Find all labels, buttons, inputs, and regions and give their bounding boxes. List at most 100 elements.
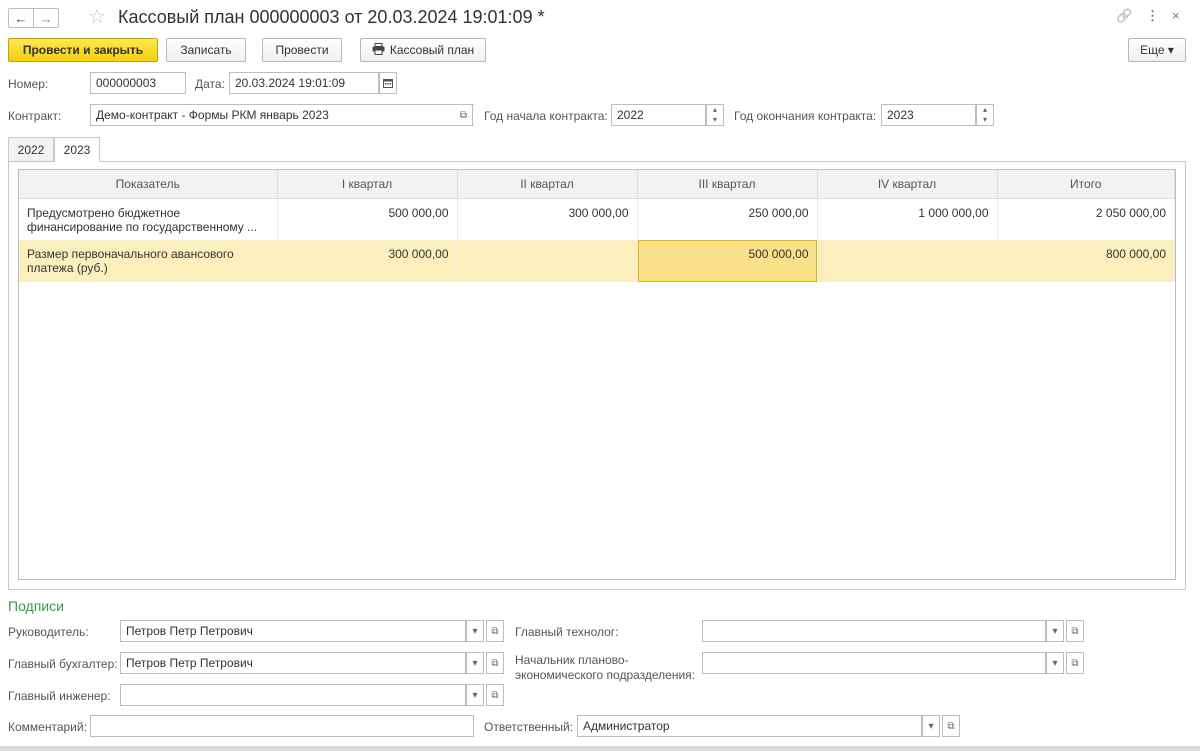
responsible-open-button[interactable]: ⧉ [942, 715, 960, 737]
total-cell: 800 000,00 [997, 240, 1175, 282]
responsible-label: Ответственный: [484, 720, 574, 734]
q3-cell[interactable]: 250 000,00 [637, 198, 818, 240]
accountant-field[interactable]: Петров Петр Петрович [120, 652, 466, 674]
planning-head-dropdown-button[interactable]: ▾ [1046, 652, 1064, 674]
arrow-right-icon: → [39, 10, 53, 26]
start-year-spinner[interactable]: ▴ ▾ [706, 104, 724, 126]
accountant-dropdown-button[interactable]: ▾ [466, 652, 484, 674]
open-window-icon: ⧉ [491, 689, 499, 701]
column-header[interactable]: Показатель [19, 170, 278, 199]
date-field[interactable]: 20.03.2024 19:01:09 [229, 72, 379, 94]
close-icon[interactable]: × [1172, 8, 1180, 23]
more-vertical-icon[interactable]: ⋮ [1146, 8, 1159, 24]
table-row-selected[interactable]: Размер первоначального авансового платежа… [19, 240, 1175, 282]
dropdown-icon: ▾ [472, 689, 478, 701]
spin-down-icon: ▾ [982, 115, 987, 124]
dropdown-icon: ▾ [928, 720, 934, 732]
responsible-field[interactable]: Администратор [577, 715, 922, 737]
open-window-icon: ⧉ [491, 625, 499, 637]
open-window-icon: ⧉ [947, 720, 955, 732]
end-year-field[interactable]: 2023 [881, 104, 976, 126]
total-cell: 2 050 000,00 [997, 198, 1175, 240]
back-button[interactable]: ← [8, 8, 34, 28]
planning-head-label-line: экономического подразделения: [515, 668, 696, 682]
table-row[interactable]: Предусмотрено бюджетное финансирование по… [19, 198, 1175, 240]
arrow-left-icon: ← [14, 10, 28, 26]
comment-label: Комментарий: [8, 720, 87, 734]
responsible-dropdown-button[interactable]: ▾ [922, 715, 940, 737]
number-label: Номер: [8, 77, 49, 91]
q2-cell[interactable] [457, 240, 638, 282]
start-year-field[interactable]: 2022 [611, 104, 706, 126]
date-label: Дата: [195, 77, 225, 91]
signatures-section-title: Подписи [8, 598, 64, 614]
contract-label: Контракт: [8, 109, 62, 123]
contract-field[interactable]: Демо-контракт - Формы РКМ январь 2023 [90, 104, 474, 126]
end-year-spinner[interactable]: ▴ ▾ [976, 104, 994, 126]
contract-open-button[interactable]: ⧉ [455, 104, 473, 126]
accountant-label: Главный бухгалтер: [8, 657, 118, 671]
accountant-open-button[interactable]: ⧉ [486, 652, 504, 674]
head-field[interactable]: Петров Петр Петрович [120, 620, 466, 642]
open-window-icon: ⧉ [1071, 625, 1079, 637]
technologist-dropdown-button[interactable]: ▾ [1046, 620, 1064, 642]
open-window-icon: ⧉ [1071, 657, 1079, 669]
end-year-label: Год окончания контракта: [734, 109, 877, 123]
engineer-label: Главный инженер: [8, 689, 111, 703]
open-window-icon: ⧉ [491, 657, 499, 669]
dropdown-icon: ▾ [472, 657, 478, 669]
q2-cell[interactable]: 300 000,00 [457, 198, 638, 240]
technologist-field[interactable] [702, 620, 1046, 642]
calendar-icon [383, 79, 393, 88]
tab-2023[interactable]: 2023 [54, 137, 100, 162]
q4-cell[interactable] [817, 240, 998, 282]
q3-cell-active[interactable]: 500 000,00 [637, 240, 818, 282]
q4-cell[interactable]: 1 000 000,00 [817, 198, 998, 240]
print-button-label: Кассовый план [389, 43, 475, 57]
forward-button[interactable]: → [33, 8, 59, 28]
tab-2022[interactable]: 2022 [8, 137, 54, 161]
dropdown-icon: ▾ [1052, 657, 1058, 669]
post-button[interactable]: Провести [262, 38, 342, 62]
planning-head-open-button[interactable]: ⧉ [1066, 652, 1084, 674]
column-header[interactable]: I квартал [277, 170, 458, 199]
head-label: Руководитель: [8, 625, 89, 639]
technologist-open-button[interactable]: ⧉ [1066, 620, 1084, 642]
open-window-icon: ⧉ [459, 109, 468, 121]
column-header[interactable]: II квартал [457, 170, 638, 199]
page-title: Кассовый план 000000003 от 20.03.2024 19… [118, 7, 545, 27]
link-icon[interactable]: 🔗 [1116, 8, 1132, 24]
head-dropdown-button[interactable]: ▾ [466, 620, 484, 642]
planning-head-field[interactable] [702, 652, 1046, 674]
indicator-cell[interactable]: Размер первоначального авансового платежа… [19, 240, 278, 282]
post-and-close-button[interactable]: Провести и закрыть [8, 38, 158, 62]
indicator-text: платежа (руб.) [27, 261, 108, 275]
column-header[interactable]: Итого [997, 170, 1175, 199]
indicator-text: Предусмотрено бюджетное [27, 205, 181, 220]
quarters-table[interactable]: Показатель I квартал II квартал III квар… [18, 169, 1176, 580]
column-header[interactable]: IV квартал [817, 170, 998, 199]
more-button[interactable]: Еще ▾ [1128, 38, 1186, 62]
save-button[interactable]: Записать [166, 38, 246, 62]
planning-head-label: Начальник планово- экономического подраз… [515, 653, 695, 683]
technologist-label: Главный технолог: [515, 625, 619, 639]
favorite-star-icon[interactable]: ☆ [88, 6, 106, 28]
q1-cell[interactable]: 300 000,00 [277, 240, 458, 282]
engineer-field[interactable] [120, 684, 466, 706]
calendar-button[interactable] [379, 72, 397, 94]
print-cash-plan-button[interactable]: Кассовый план [360, 38, 486, 62]
dropdown-icon: ▾ [472, 625, 478, 637]
spin-down-icon: ▾ [712, 115, 717, 124]
indicator-text: Размер первоначального авансового [27, 247, 234, 261]
column-header[interactable]: III квартал [637, 170, 818, 199]
indicator-cell[interactable]: Предусмотрено бюджетное финансирование по… [19, 198, 278, 240]
head-open-button[interactable]: ⧉ [486, 620, 504, 642]
engineer-dropdown-button[interactable]: ▾ [466, 684, 484, 706]
engineer-open-button[interactable]: ⧉ [486, 684, 504, 706]
comment-field[interactable] [90, 715, 474, 737]
start-year-label: Год начала контракта: [484, 109, 608, 123]
spin-up-icon: ▴ [982, 105, 987, 114]
number-field[interactable]: 000000003 [90, 72, 186, 94]
planning-head-label-line: Начальник планово- [515, 653, 629, 667]
q1-cell[interactable]: 500 000,00 [277, 198, 458, 240]
